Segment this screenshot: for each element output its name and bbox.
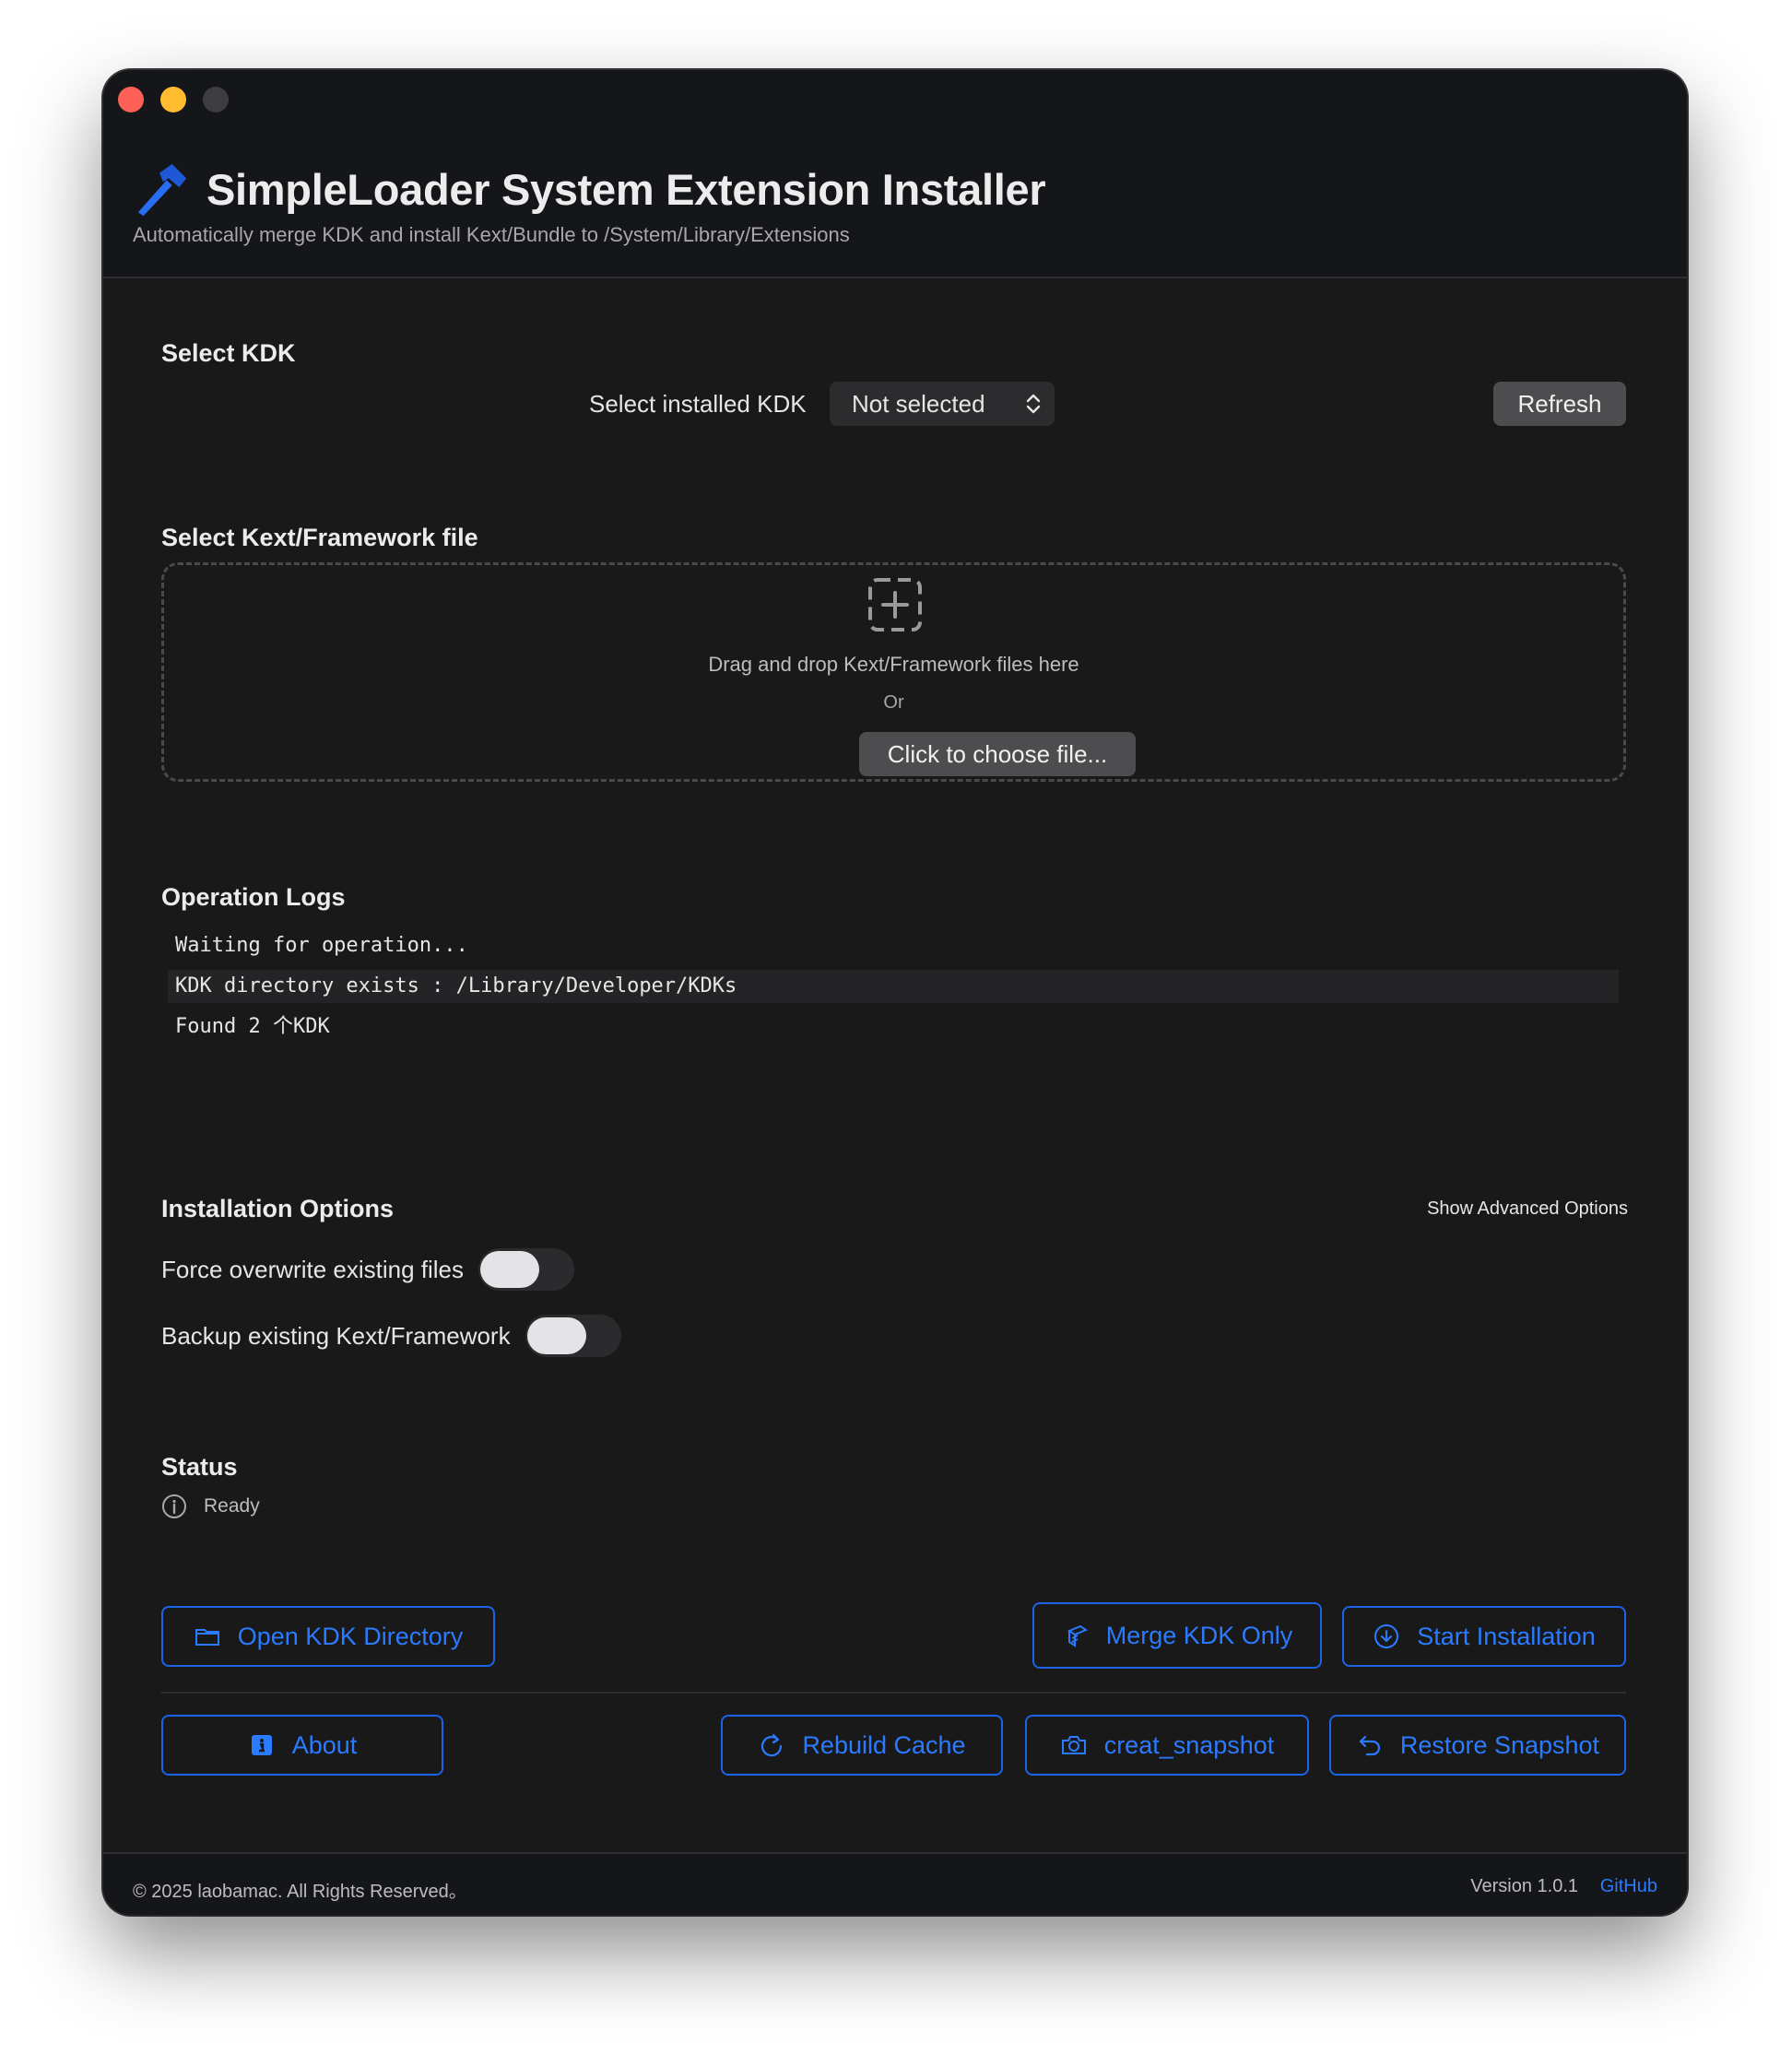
copyright-text: © 2025 laobamac. All Rights Reserved。 xyxy=(133,1882,467,1902)
force-overwrite-toggle[interactable] xyxy=(478,1248,574,1291)
backup-toggle[interactable] xyxy=(525,1315,621,1357)
kdk-select-row: Select installed KDK Not selected xyxy=(103,382,1687,428)
github-link[interactable]: GitHub xyxy=(1600,1876,1657,1897)
create-snapshot-button[interactable]: creat_snapshot xyxy=(1025,1715,1309,1776)
start-installation-button[interactable]: Start Installation xyxy=(1342,1606,1626,1667)
select-file-heading: Select Kext/Framework file xyxy=(161,524,478,551)
log-line: Waiting for operation... xyxy=(175,934,468,957)
dropzone-hint: Drag and drop Kext/Framework files here xyxy=(708,653,1079,676)
camera-icon xyxy=(1061,1736,1086,1754)
download-circle-icon xyxy=(1374,1624,1399,1648)
add-file-icon xyxy=(868,578,922,632)
rebuild-cache-label: Rebuild Cache xyxy=(802,1730,966,1759)
app-subtitle: Automatically merge KDK and install Kext… xyxy=(133,223,850,246)
start-installation-label: Start Installation xyxy=(1417,1622,1596,1650)
kdk-popup-select[interactable]: Not selected xyxy=(830,382,1055,426)
kdk-selected-value: Not selected xyxy=(852,389,985,418)
rebuild-cache-button[interactable]: Rebuild Cache xyxy=(721,1715,1003,1776)
about-button[interactable]: About xyxy=(161,1715,443,1776)
status-text: Ready xyxy=(204,1495,260,1517)
zoom-window-button[interactable] xyxy=(203,87,229,112)
app-header: SimpleLoader System Extension Installer … xyxy=(103,70,1687,278)
restore-snapshot-label: Restore Snapshot xyxy=(1399,1730,1600,1759)
select-kdk-heading: Select KDK xyxy=(161,339,296,367)
force-overwrite-label: Force overwrite existing files xyxy=(161,1255,464,1283)
status-heading: Status xyxy=(161,1453,238,1481)
show-advanced-options-link[interactable]: Show Advanced Options xyxy=(1427,1198,1628,1220)
app-title-text: SimpleLoader System Extension Installer xyxy=(206,164,1046,214)
info-square-icon xyxy=(251,1735,272,1755)
kdk-select-label: Select installed KDK xyxy=(589,390,807,418)
log-line: KDK directory exists : /Library/Develope… xyxy=(168,970,1619,1003)
status-row: Ready xyxy=(161,1493,260,1519)
dropzone-or: Or xyxy=(883,692,904,713)
operation-logs-heading: Operation Logs xyxy=(161,883,346,911)
folder-icon xyxy=(195,1629,219,1646)
chevron-up-down-icon xyxy=(1026,394,1041,414)
about-label: About xyxy=(291,1730,358,1759)
log-list: Waiting for operation... KDK directory e… xyxy=(168,929,1619,1051)
actions-divider xyxy=(161,1692,1626,1694)
app-footer: © 2025 laobamac. All Rights Reserved。 Ve… xyxy=(103,1852,1687,1915)
hammer-icon xyxy=(137,163,187,217)
app-title: SimpleLoader System Extension Installer xyxy=(133,160,1046,218)
restore-snapshot-button[interactable]: Restore Snapshot xyxy=(1329,1715,1626,1776)
create-snapshot-label: creat_snapshot xyxy=(1103,1730,1275,1759)
open-kdk-directory-button[interactable]: Open KDK Directory xyxy=(161,1606,495,1667)
window-controls xyxy=(118,87,229,112)
file-dropzone[interactable]: Drag and drop Kext/Framework files here … xyxy=(161,562,1626,782)
undo-arrow-icon xyxy=(1359,1735,1381,1756)
merge-kdk-only-button[interactable]: Merge KDK Only xyxy=(1032,1602,1322,1669)
minimize-window-button[interactable] xyxy=(160,87,186,112)
refresh-icon xyxy=(761,1733,783,1757)
force-overwrite-option: Force overwrite existing files xyxy=(161,1246,574,1293)
backup-label: Backup existing Kext/Framework xyxy=(161,1321,511,1350)
choose-file-button[interactable]: Click to choose file... xyxy=(859,732,1136,776)
installation-options-heading: Installation Options xyxy=(161,1195,395,1222)
log-line: Found 2 个KDK xyxy=(175,1015,330,1038)
backup-option: Backup existing Kext/Framework xyxy=(161,1313,621,1359)
merge-kdk-only-label: Merge KDK Only xyxy=(1105,1621,1293,1649)
close-window-button[interactable] xyxy=(118,87,144,112)
info-circle-icon xyxy=(162,1494,186,1518)
app-window: SimpleLoader System Extension Installer … xyxy=(103,70,1687,1915)
version-text: Version 1.0.1 xyxy=(1470,1876,1578,1896)
stack-icon xyxy=(1067,1624,1088,1647)
refresh-button[interactable]: Refresh xyxy=(1493,382,1626,426)
open-kdk-directory-label: Open KDK Directory xyxy=(237,1622,464,1650)
